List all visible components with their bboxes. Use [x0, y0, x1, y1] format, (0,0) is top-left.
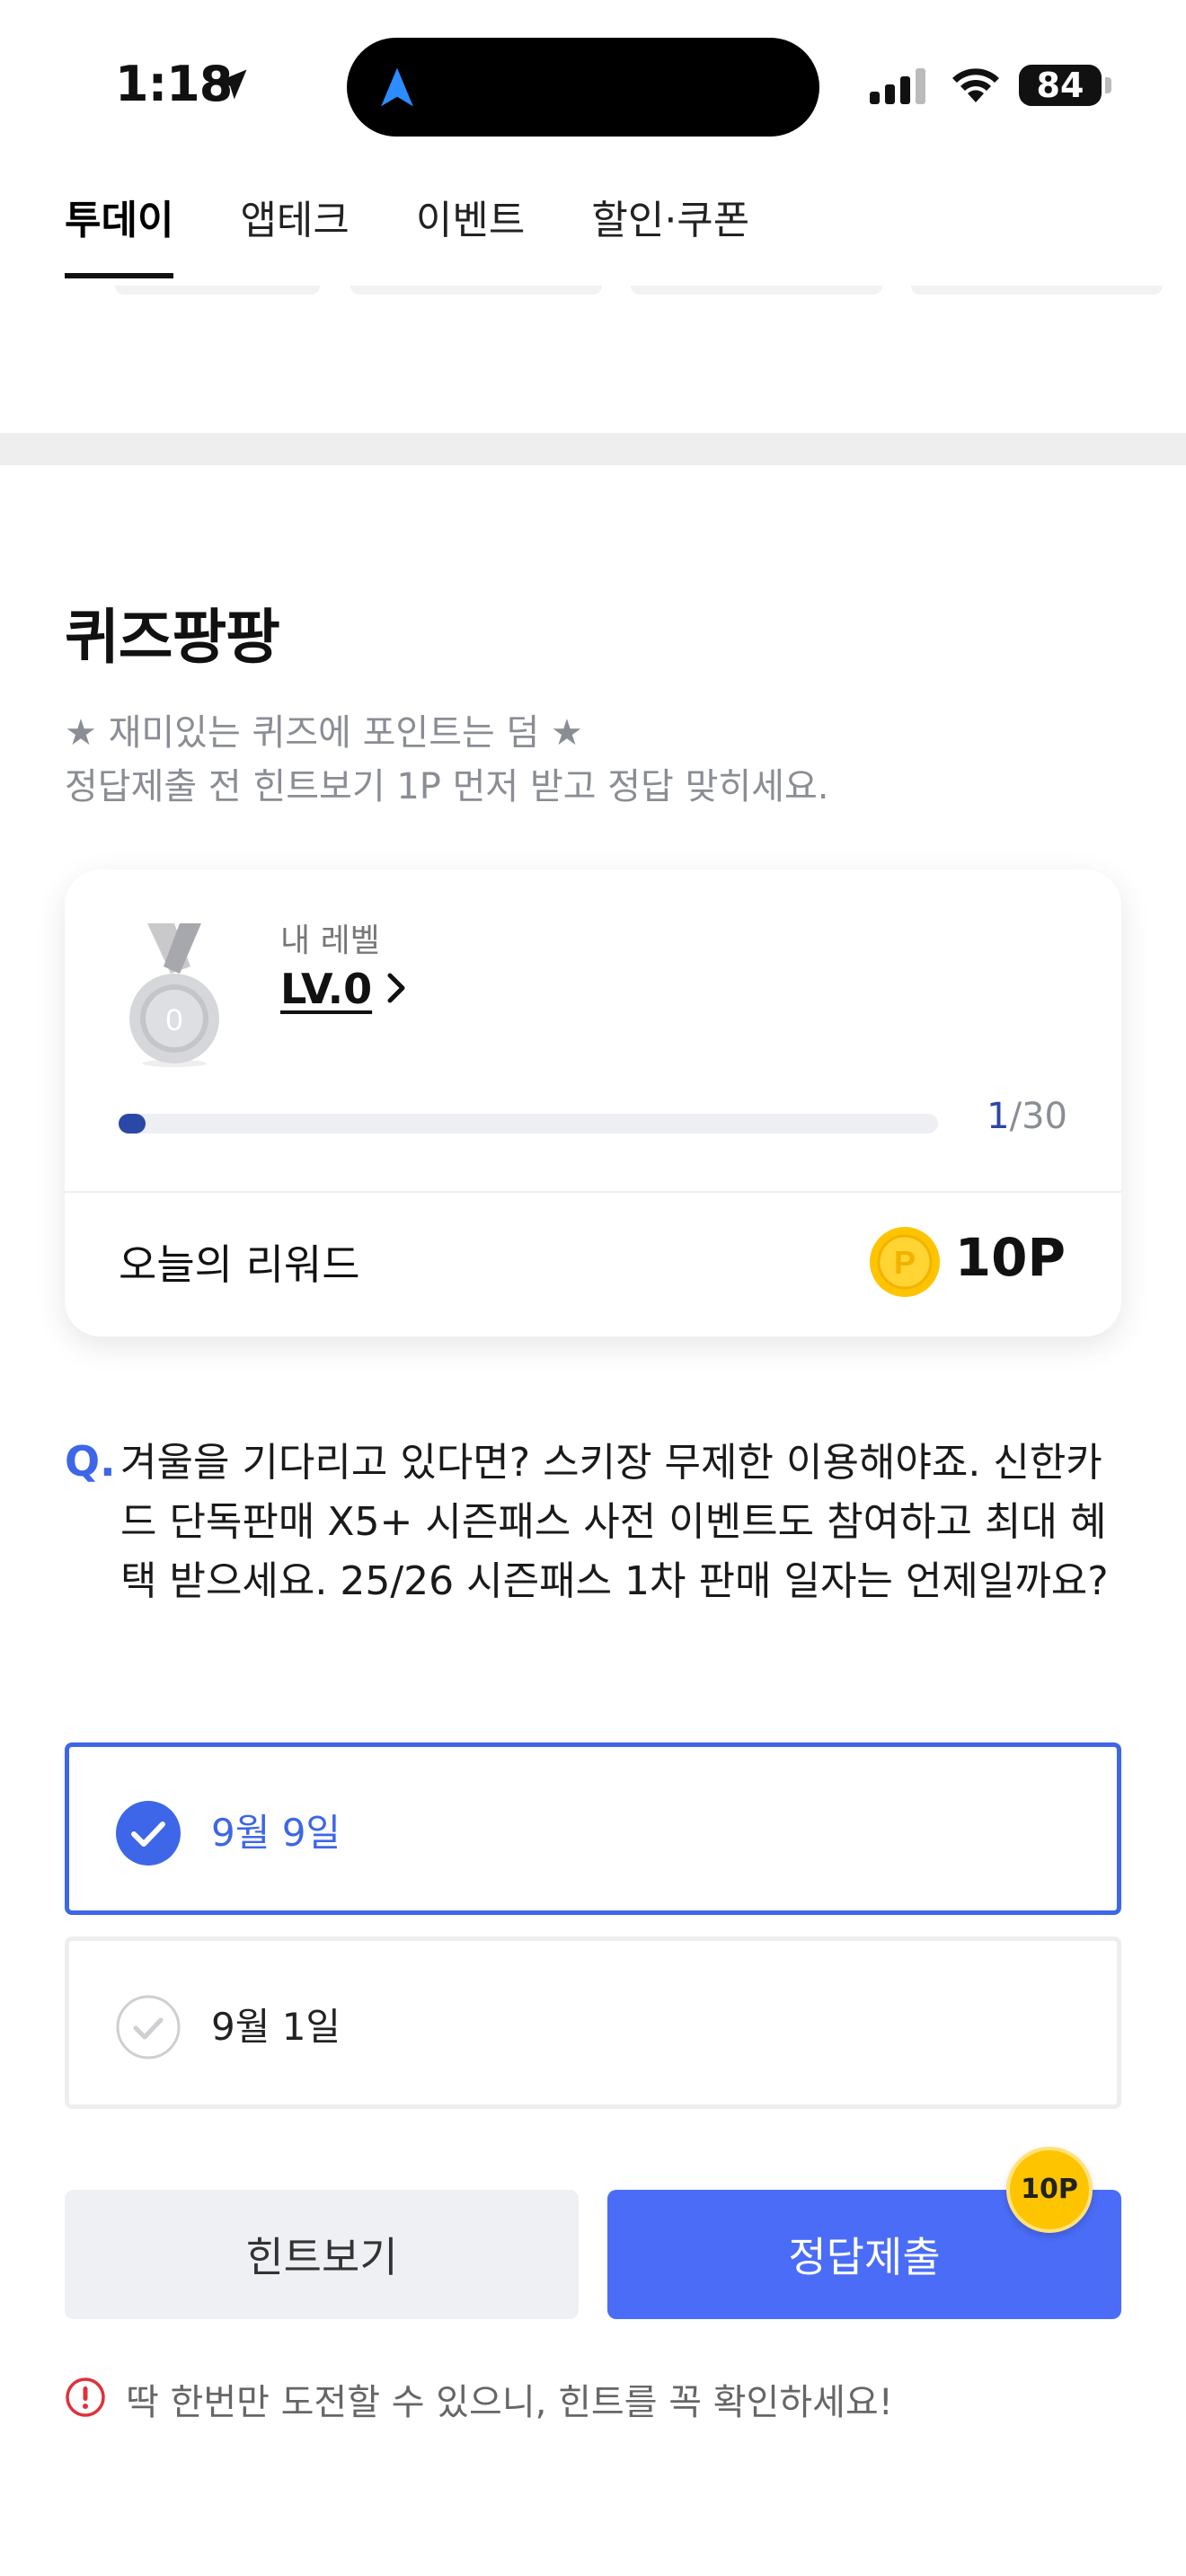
dynamic-island: [347, 38, 819, 137]
navigation-arrow-icon: [377, 65, 417, 113]
section-divider: [0, 433, 1186, 465]
card-edge: [350, 286, 602, 295]
scrolled-cards-edge: [0, 286, 1186, 296]
battery-indicator: 84: [1019, 65, 1102, 106]
card-edge: [631, 286, 882, 295]
progress-total: /30: [1009, 1096, 1067, 1137]
card-edge: [911, 286, 1163, 295]
battery-cap: [1105, 77, 1111, 93]
question-mark: Q.: [65, 1437, 116, 1486]
submit-reward-badge: 10P: [1006, 2147, 1093, 2233]
quiz-description: ★ 재미있는 퀴즈에 포인트는 덤 ★ 정답제출 전 힌트보기 1P 먼저 받고…: [65, 712, 829, 807]
wifi-icon: [949, 63, 1003, 108]
level-progress-bar: [119, 1114, 938, 1134]
quiz-title: 퀴즈팡팡: [65, 603, 280, 672]
question-text: 겨울을 기다리고 있다면? 스키장 무제한 이용해야죠. 신한카드 단독판매 X…: [120, 1440, 1109, 1604]
card-divider: [65, 1191, 1121, 1193]
top-tab-bar: 투데이 앱테크 이벤트 할인·쿠폰: [65, 196, 816, 286]
status-bar: 1:18 84: [0, 0, 1186, 171]
level-value-link[interactable]: LV.0: [280, 965, 372, 1013]
hint-button[interactable]: 힌트보기: [65, 2190, 579, 2319]
card-edge: [115, 286, 320, 295]
check-circle-icon: [114, 1799, 182, 1871]
answer-option-label: 9월 9일: [211, 1811, 341, 1855]
tab-discount-coupon[interactable]: 할인·쿠폰: [591, 196, 749, 278]
level-progress-fill: [119, 1114, 146, 1134]
warning-icon: [65, 2377, 106, 2422]
coin-symbol: P: [894, 1244, 916, 1281]
progress-current: 1: [987, 1096, 1010, 1137]
tab-today[interactable]: 투데이: [65, 196, 174, 278]
warning-text: 딱 한번만 도전할 수 있으니, 힌트를 꼭 확인하세요!: [126, 2382, 893, 2423]
medal-number: 0: [166, 1003, 183, 1037]
tab-apptech[interactable]: 앱테크: [240, 196, 349, 278]
level-card: 0 내 레벨 LV.0 1/30 오늘의 리워드 P 10P: [65, 869, 1121, 1337]
tab-event[interactable]: 이벤트: [416, 196, 525, 278]
check-circle-outline-icon: [114, 1993, 182, 2065]
level-label: 내 레벨: [280, 922, 380, 959]
medal-icon: 0: [120, 920, 228, 1076]
answer-option-label: 9월 1일: [211, 2005, 341, 2049]
level-progress-count: 1/30: [987, 1096, 1067, 1137]
coin-icon: P: [868, 1225, 942, 1302]
cellular-signal-icon: [870, 68, 929, 108]
answer-option[interactable]: 9월 1일: [65, 1936, 1121, 2109]
chevron-right-icon[interactable]: [385, 970, 408, 1010]
answer-option-selected[interactable]: 9월 9일: [65, 1742, 1121, 1915]
location-arrow-icon: [212, 65, 252, 108]
reward-value: 10P: [954, 1227, 1066, 1288]
reward-label: 오늘의 리워드: [119, 1240, 360, 1289]
